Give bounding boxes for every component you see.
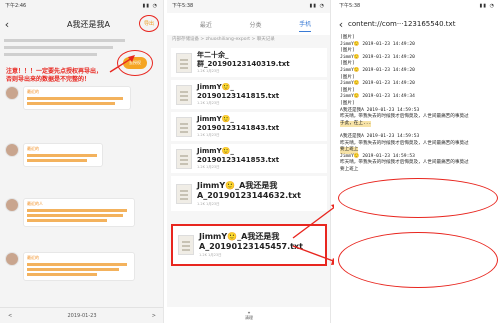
file-item[interactable]: JimmY🙂_ 20190123141843.txt 1.2K 1月23日 xyxy=(171,112,327,141)
bottom-toolbar: ⌖ 清理 xyxy=(167,307,330,323)
text-viewer-panel: 下午5:38 ▮▮ ◔ ‹ content://com···123165540.… xyxy=(334,0,500,323)
log-line: 要上班上 xyxy=(340,166,359,172)
highlight-ellipse xyxy=(338,232,498,288)
tab-phone[interactable]: 手机 xyxy=(299,16,312,32)
file-item[interactable]: JimmY🙂_ 20190123141853.txt 1.2K 1月23日 xyxy=(171,144,327,173)
file-name: A_20190123144632.txt xyxy=(197,190,301,200)
chat-message: 最近的 xyxy=(5,143,103,167)
log-line: 于此，在上... xyxy=(340,120,372,128)
status-icons: ▮▮ ◔ xyxy=(479,3,495,9)
log-line: 昨天晴，带我失去的时候我才后悔莫及，人世间最痛苦的事莫过 xyxy=(340,160,469,166)
message-bubble: 最近的 xyxy=(23,86,131,110)
calendar-date[interactable]: 2019-01-23 xyxy=(67,313,96,319)
sender-name: 最近的 xyxy=(27,146,39,151)
status-time: 下午5:38 xyxy=(172,3,194,9)
file-meta: 1.2K 1月23日 xyxy=(199,253,222,257)
sender-name: 最近的人 xyxy=(27,201,43,206)
text-file-icon xyxy=(176,148,192,169)
file-name: JimmY🙂_ xyxy=(197,147,234,155)
breadcrumb[interactable]: 内部存储设备 > zhuoshiliang-export > 聊天记录 xyxy=(167,35,330,45)
viewer-title: content://com···123165540.txt xyxy=(348,20,456,28)
text-file-icon xyxy=(178,235,194,255)
file-meta: 1.2K 1月23日 xyxy=(197,165,220,169)
log-line: JimmY🙂 2019-01-23 14:49:20 xyxy=(340,41,415,47)
highlight-ellipse xyxy=(338,178,498,218)
log-line: [图片] xyxy=(340,61,355,67)
log-line: JimmY🙂 2019-01-23 14:49:20 xyxy=(340,81,415,87)
log-line: [图片] xyxy=(340,35,355,40)
file-name: 20190123141843.txt xyxy=(197,123,280,132)
file-name: A_20190123145457.txt xyxy=(199,242,303,251)
back-icon[interactable]: ‹ xyxy=(334,18,348,31)
file-meta: 1.2K 1月23日 xyxy=(197,69,220,73)
avatar xyxy=(5,252,19,266)
log-line: 昨天晴，带我失去的时候我才后悔莫及，人世间最痛苦的事莫过 xyxy=(340,140,469,146)
log-line: 昨天晴，带我失去的时候我才后悔莫及，人世间最痛苦的事莫过 xyxy=(340,114,469,120)
file-name: JimmY🙂_ xyxy=(197,115,234,123)
file-browser-panel: 下午5:38 ▮▮ ◔ 最近 分类 手机 内部存储设备 > zhuoshilia… xyxy=(167,0,331,323)
text-file-icon xyxy=(176,84,192,105)
file-meta: 1.2K 1月23日 xyxy=(197,201,220,206)
log-line: JimmY🙂 2019-01-23 14:49:20 xyxy=(340,67,415,73)
file-item[interactable]: JimmY🙂_A我还是我 A_20190123144632.txt 1.2K 1… xyxy=(171,176,327,211)
highlighted-file-item[interactable]: JimmY🙂_A我还是我 A_20190123145457.txt 1.2K 1… xyxy=(171,224,327,266)
log-line: JimmY🙂 2019-01-23 14:49:20 xyxy=(340,54,415,60)
clean-label[interactable]: 清理 xyxy=(245,315,253,321)
log-line: JimmY🙂 2019-01-23 14:49:34 xyxy=(340,94,415,100)
chat-panel: 下午2:46 ▮▮ ◔ ‹ A我还是我A 导出 去授权 注意！！！一定要先点授权… xyxy=(0,0,164,323)
message-bubble: 最近的 xyxy=(23,143,103,167)
avatar xyxy=(5,143,19,157)
next-day-button[interactable]: > xyxy=(152,313,156,319)
message-bubble: 最近的人 xyxy=(23,198,135,227)
file-item[interactable]: 年二十余_ 群_20190123140319.txt 1.2K 1月23日 xyxy=(171,48,327,77)
sender-name: 最近的 xyxy=(27,255,39,260)
file-name: JimmY🙂_A我还是我 xyxy=(197,180,278,190)
log-content: [图片] JimmY🙂 2019-01-23 14:49:20 [图片] JimmY🙂… xyxy=(334,35,500,173)
text-file-icon xyxy=(176,52,192,73)
file-meta: 1.2K 1月23日 xyxy=(197,101,220,105)
file-meta: 1.2K 1月23日 xyxy=(197,133,220,137)
status-icons: ▮▮ ◔ xyxy=(309,3,325,9)
file-name: 群_20190123140319.txt xyxy=(197,59,290,68)
message-bubble: 最近的 xyxy=(23,252,135,281)
log-line: 要上班上 xyxy=(340,147,359,154)
prev-day-button[interactable]: < xyxy=(8,313,12,319)
chat-message: 最近的 xyxy=(5,86,131,110)
text-file-icon xyxy=(176,116,192,137)
log-line: [图片] xyxy=(340,100,355,106)
file-name: 20190123141853.txt xyxy=(197,155,280,164)
file-name: 20190123141815.txt xyxy=(197,91,280,100)
tab-category[interactable]: 分类 xyxy=(249,17,261,32)
avatar xyxy=(5,198,19,212)
date-navigator: < 2019-01-23 > xyxy=(0,307,163,323)
chat-message: 最近的人 xyxy=(5,198,135,227)
log-line: A我还是我A 2019-01-23 14:59:53 xyxy=(340,133,420,139)
tab-recent[interactable]: 最近 xyxy=(200,17,212,32)
file-item[interactable]: JimmY🙂_ 20190123141815.txt 1.2K 1月23日 xyxy=(171,80,327,109)
file-tabs: 最近 分类 手机 xyxy=(167,13,330,35)
avatar xyxy=(5,86,19,100)
sender-name: 最近的 xyxy=(27,89,39,94)
viewer-header: ‹ content://com···123165540.txt xyxy=(334,13,500,35)
status-bar: 下午5:38 ▮▮ ◔ xyxy=(167,0,330,13)
log-line: [图片] xyxy=(340,48,355,54)
chat-message: 最近的 xyxy=(5,252,135,281)
file-name: 年二十余_ xyxy=(197,51,229,59)
status-bar: 下午5:38 ▮▮ ◔ xyxy=(334,0,500,13)
file-name: JimmY🙂_A我还是我 xyxy=(199,232,280,241)
file-name: JimmY🙂_ xyxy=(197,83,234,91)
text-file-icon xyxy=(176,183,192,204)
status-time: 下午5:38 xyxy=(339,3,361,9)
